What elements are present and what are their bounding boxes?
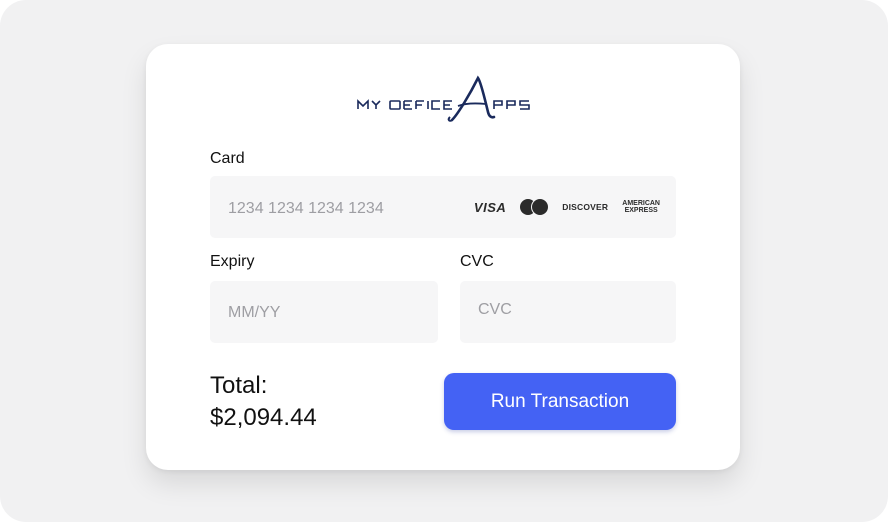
cvc-label: CVC bbox=[460, 253, 494, 270]
amex-icon: AMERICAN EXPRESS bbox=[622, 200, 660, 214]
total-display: Total: $2,094.44 bbox=[210, 370, 317, 434]
cvc-placeholder: CVC bbox=[478, 301, 512, 318]
expiry-placeholder: MM/YY bbox=[228, 304, 281, 321]
background-frame: Card 1234 1234 1234 1234 VISA DISCOVER A… bbox=[0, 0, 888, 522]
myofficeapps-logo bbox=[354, 74, 539, 126]
discover-icon: DISCOVER bbox=[562, 202, 609, 212]
cvc-input[interactable]: CVC bbox=[460, 281, 676, 343]
total-label: Total: bbox=[210, 372, 268, 399]
card-number-placeholder: 1234 1234 1234 1234 bbox=[228, 200, 384, 217]
total-amount: $2,094.44 bbox=[210, 404, 317, 431]
card-brands: VISA DISCOVER AMERICAN EXPRESS bbox=[474, 176, 660, 238]
mastercard-icon bbox=[520, 198, 550, 216]
visa-icon: VISA bbox=[473, 199, 507, 215]
amex-line2: EXPRESS bbox=[624, 207, 658, 214]
amex-line1: AMERICAN bbox=[622, 200, 660, 207]
card-number-input[interactable]: 1234 1234 1234 1234 VISA DISCOVER AMERIC… bbox=[210, 176, 676, 238]
card-label: Card bbox=[210, 150, 245, 167]
run-transaction-button[interactable]: Run Transaction bbox=[444, 373, 676, 430]
payment-card: Card 1234 1234 1234 1234 VISA DISCOVER A… bbox=[146, 44, 740, 470]
expiry-label: Expiry bbox=[210, 253, 255, 270]
expiry-input[interactable]: MM/YY bbox=[210, 281, 438, 343]
